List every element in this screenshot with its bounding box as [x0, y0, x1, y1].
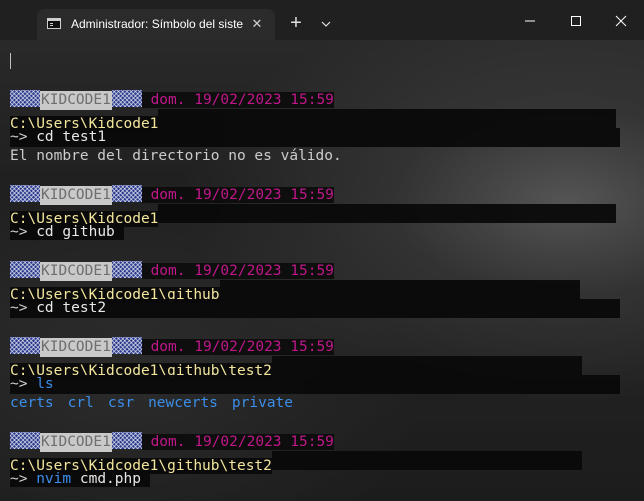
dither-block — [111, 337, 142, 354]
close-icon[interactable]: ✕ — [249, 16, 265, 32]
host-name: KIDCODE1 — [40, 186, 112, 205]
path-line: C:\Users\Kidcode1\github\test2 — [10, 356, 620, 379]
date-time: dom. 19/02/2023 15:59 — [150, 434, 334, 450]
command-line: ~> cd test1 — [10, 128, 620, 147]
prompt-symbol: ~> — [10, 300, 28, 316]
path-line: C:\Users\Kidcode1\github — [10, 280, 620, 303]
list-item: certs — [10, 395, 54, 411]
command-output: El nombre del directorio no es válido. — [10, 148, 342, 164]
date-time: dom. 19/02/2023 15:59 — [150, 263, 334, 279]
command-line: ~> cd test2 — [10, 299, 620, 318]
command-exec: cd — [36, 224, 54, 240]
prompt-header: KIDCODE1 dom. 19/02/2023 15:59 — [10, 432, 334, 452]
title-bar: Administrador: Símbolo del sistema ✕ + — [0, 0, 644, 40]
dither-block — [10, 261, 40, 278]
terminal-icon — [47, 18, 61, 29]
command-args: cmd.php — [71, 471, 141, 487]
host-name: KIDCODE1 — [40, 338, 112, 357]
dither-block — [10, 432, 40, 449]
dither-block — [111, 90, 142, 107]
terminal-output[interactable]: KIDCODE1 dom. 19/02/2023 15:59 C:\Users\… — [0, 40, 644, 501]
command-exec: cd — [36, 129, 54, 145]
list-item: csr — [107, 395, 135, 411]
date-time: dom. 19/02/2023 15:59 — [150, 92, 334, 108]
minimize-button[interactable] — [507, 0, 553, 40]
dither-block — [111, 185, 142, 202]
list-item: newcerts — [148, 395, 218, 411]
ls-output: certs crl csr newcerts private — [10, 394, 307, 413]
list-item: private — [231, 395, 294, 411]
chevron-down-icon — [321, 21, 331, 27]
prompt-symbol: ~> — [10, 471, 28, 487]
dither-block — [111, 261, 142, 278]
prompt-header: KIDCODE1 dom. 19/02/2023 15:59 — [10, 90, 334, 110]
date-time: dom. 19/02/2023 15:59 — [150, 339, 334, 355]
dither-block — [10, 90, 40, 107]
prompt-header: KIDCODE1 dom. 19/02/2023 15:59 — [10, 185, 334, 205]
window-close-button[interactable] — [598, 0, 644, 40]
tab-title: Administrador: Símbolo del sistema — [71, 17, 243, 31]
dither-block — [111, 432, 142, 449]
command-args: github — [53, 224, 115, 240]
tab-dropdown-button[interactable] — [318, 14, 334, 34]
prompt-header: KIDCODE1 dom. 19/02/2023 15:59 — [10, 261, 334, 281]
command-args: test2 — [53, 300, 107, 316]
command-line: ~> ls — [10, 375, 620, 394]
new-tab-button[interactable]: + — [285, 13, 307, 35]
host-name: KIDCODE1 — [40, 433, 112, 452]
command-line: ~> nvim cmd.php — [10, 470, 150, 489]
tab-administrador[interactable]: Administrador: Símbolo del sistema ✕ — [37, 9, 275, 40]
date-time: dom. 19/02/2023 15:59 — [150, 187, 334, 203]
prompt-header: KIDCODE1 dom. 19/02/2023 15:59 — [10, 337, 334, 357]
minimize-icon — [525, 20, 535, 22]
path-line: C:\Users\Kidcode1 — [10, 109, 620, 132]
prompt-symbol: ~> — [10, 129, 28, 145]
command-exec: cd — [36, 300, 54, 316]
command-line: ~> cd github — [10, 223, 124, 242]
prompt-symbol: ~> — [10, 376, 28, 392]
host-name: KIDCODE1 — [40, 262, 112, 281]
host-name: KIDCODE1 — [40, 91, 112, 110]
command-exec: ls — [36, 376, 54, 392]
path-line: C:\Users\Kidcode1 — [10, 204, 620, 227]
dither-block — [10, 185, 40, 202]
prompt-symbol: ~> — [10, 224, 28, 240]
terminal-window: Administrador: Símbolo del sistema ✕ + K… — [0, 0, 644, 501]
text-cursor — [10, 53, 11, 69]
maximize-button[interactable] — [553, 0, 599, 40]
command-exec: nvim — [36, 471, 72, 487]
path-line: C:\Users\Kidcode1\github\test2 — [10, 451, 620, 474]
window-close-icon — [615, 15, 627, 27]
maximize-icon — [571, 16, 581, 26]
plus-icon: + — [290, 12, 302, 34]
dither-block — [10, 337, 40, 354]
command-args: test1 — [53, 129, 107, 145]
list-item: crl — [67, 395, 94, 411]
